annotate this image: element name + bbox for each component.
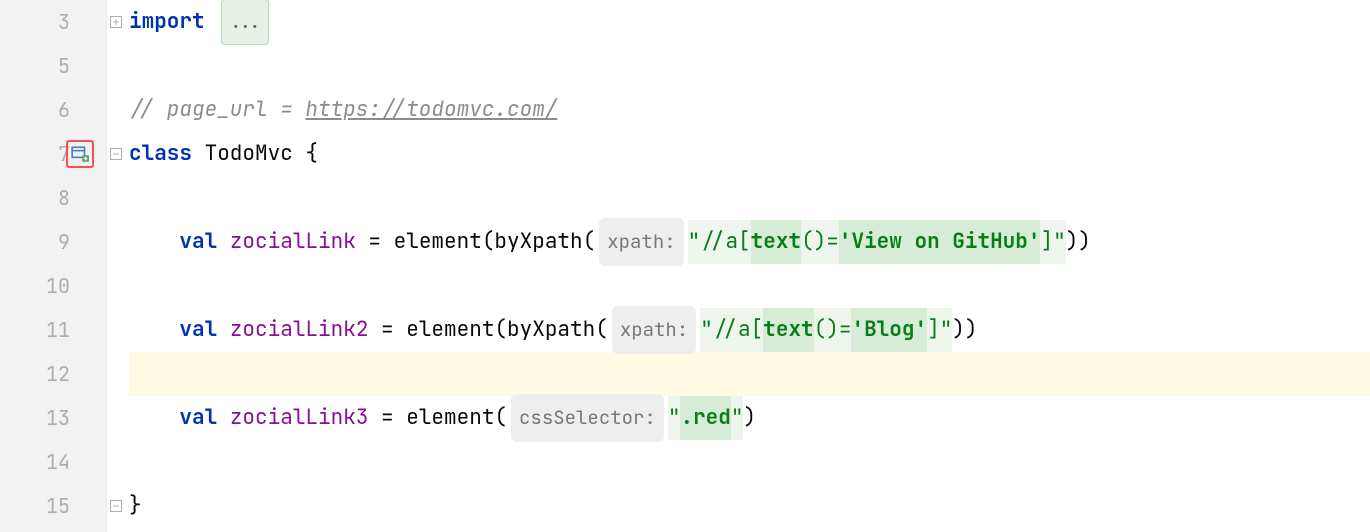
line-number: 14 <box>46 449 70 475</box>
code-line[interactable] <box>129 176 1370 220</box>
field-name: zocialLink3 <box>217 396 368 440</box>
code-editor[interactable]: import ... // page_url = https://todomvc… <box>125 0 1370 532</box>
code-line[interactable] <box>129 440 1370 484</box>
line-number: 15 <box>46 493 70 519</box>
line-number: 9 <box>58 229 70 255</box>
code-line[interactable]: class TodoMvc { <box>129 132 1370 176</box>
gutter-row[interactable]: 10 <box>0 264 106 308</box>
line-gutter: 3 5 6 7 8 9 10 11 12 13 14 <box>0 0 107 532</box>
gutter-row[interactable]: 12 <box>0 352 106 396</box>
code-line[interactable] <box>129 44 1370 88</box>
code-line[interactable]: val zocialLink3 = element(cssSelector:".… <box>129 396 1370 440</box>
fold-gutter <box>107 0 125 532</box>
code-line[interactable]: val zocialLink = element(byXpath(xpath:"… <box>129 220 1370 264</box>
keyword: val <box>179 308 217 352</box>
gutter-row[interactable]: 6 <box>0 88 106 132</box>
gutter-row[interactable]: 9 <box>0 220 106 264</box>
fold-row[interactable] <box>107 132 125 176</box>
gutter-row[interactable]: 3 <box>0 0 106 44</box>
gutter-row[interactable]: 8 <box>0 176 106 220</box>
gutter-row[interactable]: 15 <box>0 484 106 528</box>
field-name: zocialLink2 <box>217 308 368 352</box>
collapse-icon[interactable] <box>110 148 122 160</box>
line-number: 12 <box>46 361 70 387</box>
fold-row[interactable] <box>107 484 125 528</box>
line-number: 3 <box>58 9 70 35</box>
collapse-end-icon[interactable] <box>110 500 122 512</box>
keyword: val <box>179 396 217 440</box>
gutter-row[interactable]: 14 <box>0 440 106 484</box>
keyword: val <box>179 220 217 264</box>
code-line[interactable] <box>129 264 1370 308</box>
comment-url: https://todomvc.com/ <box>305 96 557 123</box>
gutter-row[interactable]: 11 <box>0 308 106 352</box>
gutter-row[interactable]: 5 <box>0 44 106 88</box>
keyword: class <box>129 132 192 176</box>
line-number: 13 <box>46 405 70 431</box>
param-hint: xpath: <box>599 218 683 266</box>
gutter-row[interactable]: 7 <box>0 132 106 176</box>
keyword: import <box>129 0 205 44</box>
line-number: 6 <box>58 97 70 123</box>
code-line[interactable]: } <box>129 484 1370 528</box>
line-number: 10 <box>46 273 70 299</box>
line-number: 8 <box>58 185 70 211</box>
param-hint: xpath: <box>612 306 696 354</box>
gutter-row[interactable]: 13 <box>0 396 106 440</box>
code-line[interactable]: import ... <box>129 0 1370 44</box>
code-line[interactable]: val zocialLink2 = element(byXpath(xpath:… <box>129 308 1370 352</box>
expand-icon[interactable] <box>110 16 122 28</box>
fold-row[interactable] <box>107 0 125 44</box>
code-line-highlighted[interactable] <box>129 352 1370 396</box>
code-line[interactable]: // page_url = https://todomvc.com/ <box>129 88 1370 132</box>
fold-dots[interactable]: ... <box>221 0 269 45</box>
param-hint: cssSelector: <box>511 394 664 442</box>
line-number: 5 <box>58 53 70 79</box>
add-web-element-icon[interactable] <box>66 140 94 168</box>
line-number: 11 <box>46 317 70 343</box>
comment: // page_url = https://todomvc.com/ <box>129 88 557 132</box>
field-name: zocialLink <box>217 220 356 264</box>
